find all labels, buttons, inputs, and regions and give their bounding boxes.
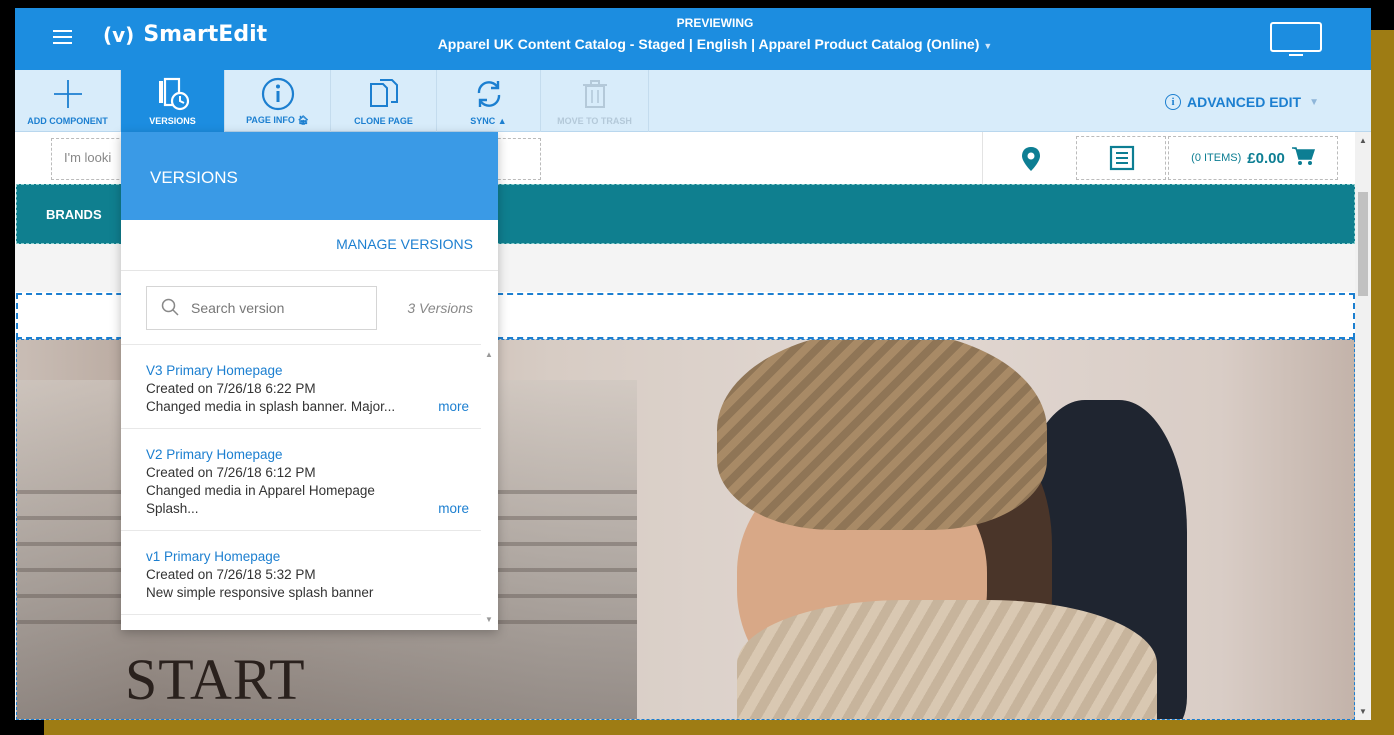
versions-button[interactable]: VERSIONS xyxy=(121,70,225,132)
top-header: (v) SmartEdit PREVIEWING Apparel UK Cont… xyxy=(15,8,1371,70)
version-count: 3 Versions xyxy=(407,300,473,316)
sync-label: SYNC ▲ xyxy=(470,116,507,126)
version-item[interactable]: V3 Primary Homepage Created on 7/26/18 6… xyxy=(121,345,481,429)
preview-label: PREVIEWING xyxy=(676,16,754,30)
plus-icon xyxy=(50,76,86,112)
divider xyxy=(121,270,498,271)
advanced-edit-label: ADVANCED EDIT xyxy=(1187,94,1302,110)
page-scrollbar[interactable]: ▲ ▼ xyxy=(1355,132,1371,720)
manage-versions-link[interactable]: MANAGE VERSIONS xyxy=(336,236,473,252)
versions-list: V3 Primary Homepage Created on 7/26/18 6… xyxy=(121,344,481,630)
version-created: Created on 7/26/18 5:32 PM xyxy=(146,567,316,582)
home-icon: 🏠︎ xyxy=(297,115,309,125)
caret-down-icon: ▼ xyxy=(1309,96,1319,108)
versions-panel-title: VERSIONS xyxy=(121,132,498,220)
scrollbar-thumb[interactable] xyxy=(1358,192,1368,296)
device-preview-icon[interactable] xyxy=(1270,22,1322,56)
sync-icon xyxy=(471,76,507,112)
version-item[interactable]: V2 Primary Homepage Created on 7/26/18 6… xyxy=(121,429,481,531)
banner-knit-hat xyxy=(717,340,1047,530)
cart-icon xyxy=(1291,146,1315,171)
versions-label: VERSIONS xyxy=(149,116,196,126)
nav-item-brands[interactable]: BRANDS xyxy=(46,207,102,222)
location-pin-icon[interactable] xyxy=(1020,146,1042,177)
search-icon xyxy=(161,298,179,319)
version-description: Changed media in splash banner. Major... xyxy=(146,399,396,414)
mini-cart[interactable]: (0 ITEMS) £0.00 xyxy=(1168,136,1338,180)
add-component-button[interactable]: ADD COMPONENT xyxy=(15,70,121,132)
info-icon: i xyxy=(1165,94,1182,110)
page-info-button[interactable]: PAGE INFO 🏠︎ xyxy=(225,70,331,132)
version-name[interactable]: V3 Primary Homepage xyxy=(146,362,481,380)
trash-icon xyxy=(577,76,613,112)
scroll-down-icon[interactable]: ▼ xyxy=(485,615,493,624)
move-to-trash-button[interactable]: MOVE TO TRASH xyxy=(541,70,649,132)
banner-heading: START xyxy=(125,647,306,712)
version-name[interactable]: V2 Primary Homepage xyxy=(146,446,481,464)
version-created: Created on 7/26/18 6:22 PM xyxy=(146,381,316,396)
scroll-down-icon[interactable]: ▼ xyxy=(1359,707,1367,716)
version-item[interactable]: v1 Primary Homepage Created on 7/26/18 5… xyxy=(121,531,481,615)
cart-total: £0.00 xyxy=(1247,149,1285,167)
version-description: Changed media in Apparel Homepage Splash… xyxy=(146,483,375,516)
cart-items-count: (0 ITEMS) xyxy=(1191,152,1242,164)
scroll-up-icon[interactable]: ▲ xyxy=(1359,136,1367,145)
clone-page-label: CLONE PAGE xyxy=(354,116,413,126)
add-component-label: ADD COMPONENT xyxy=(27,116,108,126)
banner-scarf xyxy=(737,600,1157,719)
clone-icon xyxy=(366,76,402,112)
versions-list-scrollbar[interactable]: ▲ ▼ xyxy=(481,344,498,630)
version-more-link[interactable]: more xyxy=(438,500,469,518)
versions-icon xyxy=(155,76,191,112)
version-created: Created on 7/26/18 6:12 PM xyxy=(146,465,316,480)
version-search-input[interactable]: Search version xyxy=(146,286,377,330)
list-slot[interactable] xyxy=(1076,136,1166,180)
warning-icon: ▲ xyxy=(497,116,507,126)
version-name[interactable]: v1 Primary Homepage xyxy=(146,548,481,566)
page-info-label: PAGE INFO 🏠︎ xyxy=(246,115,309,125)
list-icon xyxy=(1109,145,1135,176)
scroll-up-icon[interactable]: ▲ xyxy=(485,350,493,359)
advanced-edit-dropdown[interactable]: i ADVANCED EDIT ▼ xyxy=(1165,94,1319,110)
catalog-title: Apparel UK Content Catalog - Staged | En… xyxy=(437,36,980,52)
versions-panel: VERSIONS MANAGE VERSIONS Search version … xyxy=(121,132,498,630)
caret-down-icon: ▼ xyxy=(983,41,993,51)
info-icon xyxy=(260,76,296,112)
catalog-selector[interactable]: Apparel UK Content Catalog - Staged | En… xyxy=(15,36,1371,52)
divider xyxy=(982,132,983,184)
version-description: New simple responsive splash banner xyxy=(146,585,374,600)
toolbar: ADD COMPONENT VERSIONS PAGE INFO 🏠︎ CLON… xyxy=(15,70,1371,132)
version-search-placeholder: Search version xyxy=(191,300,285,316)
version-more-link[interactable]: more xyxy=(438,398,469,416)
move-to-trash-label: MOVE TO TRASH xyxy=(557,116,632,126)
clone-page-button[interactable]: CLONE PAGE xyxy=(331,70,437,132)
sync-button[interactable]: SYNC ▲ xyxy=(437,70,541,132)
smartedit-window: (v) SmartEdit PREVIEWING Apparel UK Cont… xyxy=(15,8,1371,720)
